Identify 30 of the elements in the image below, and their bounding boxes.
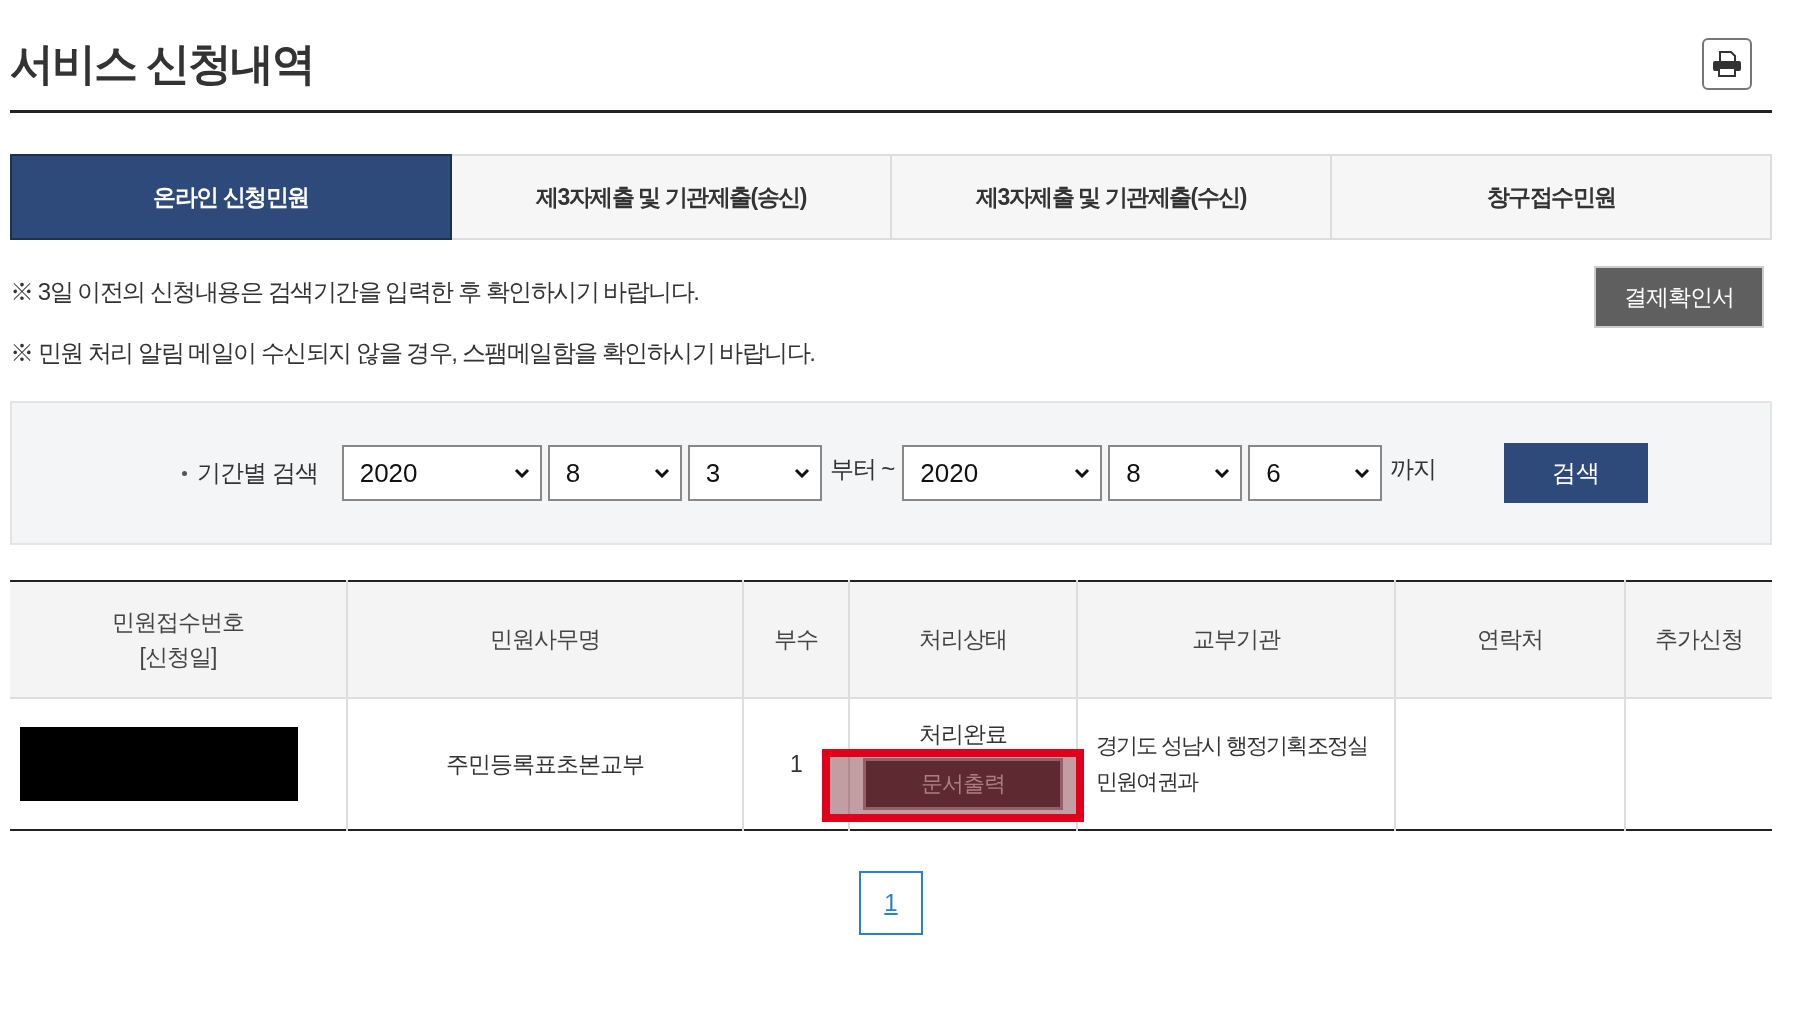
- search-label: 기간별 검색: [197, 458, 318, 488]
- column-header: 교부기관: [1077, 581, 1395, 698]
- column-header: 처리상태: [849, 581, 1077, 698]
- dropdown[interactable]: 8: [1108, 445, 1243, 501]
- notice-text: ※ 3일 이전의 신청내용은 검색기간을 입력한 후 확인하시기 바랍니다.: [10, 277, 700, 307]
- table-cell: 경기도 성남시 행정기획조정실 민원여권과: [1077, 698, 1395, 830]
- table-cell: 주민등록표초본교부: [347, 698, 743, 830]
- dropdown[interactable]: 6: [1248, 445, 1383, 501]
- table-cell: 1: [743, 698, 849, 830]
- dropdown[interactable]: 2020: [341, 445, 542, 501]
- column-header: 추가신청: [1625, 581, 1772, 698]
- column-header: 민원접수번호 [신청일]: [10, 581, 347, 698]
- tab[interactable]: 온라인 신청민원: [10, 154, 452, 240]
- column-header: 민원사무명: [347, 581, 743, 698]
- tab[interactable]: 제3자제출 및 기관제출(수신): [892, 154, 1332, 240]
- dropdown[interactable]: 8: [547, 445, 682, 501]
- payment-confirmation-button[interactable]: 결제확인서: [1594, 266, 1764, 328]
- status-text: 처리완료: [919, 719, 1007, 749]
- tab[interactable]: 제3자제출 및 기관제출(송신): [452, 154, 892, 240]
- tab[interactable]: 창구접수민원: [1332, 154, 1772, 240]
- dropdown[interactable]: 2020: [902, 445, 1103, 501]
- column-header: 부수: [743, 581, 849, 698]
- search-button[interactable]: 검색: [1504, 443, 1649, 503]
- range-text: 부터 ~: [829, 454, 895, 484]
- page-title: 서비스 신청내역: [10, 37, 315, 90]
- column-header: 연락처: [1395, 581, 1625, 698]
- page-link[interactable]: 1: [859, 871, 923, 935]
- range-text: 까지: [1390, 454, 1437, 484]
- notice-text: ※ 민원 처리 알림 메일이 수신되지 않을 경우, 스팸메일함을 확인하시기 바랍니다.: [10, 338, 815, 368]
- dropdown[interactable]: 3: [687, 445, 822, 501]
